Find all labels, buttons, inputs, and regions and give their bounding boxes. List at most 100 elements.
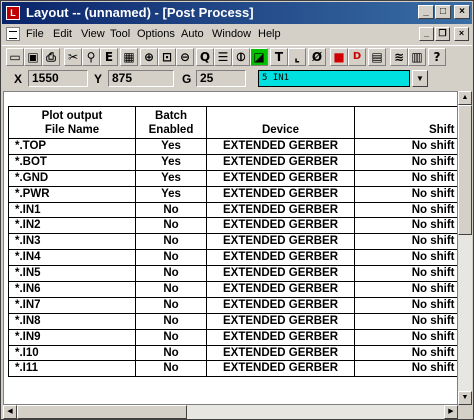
scroll-down-icon[interactable]: ▼	[458, 391, 472, 405]
close-button[interactable]: ×	[454, 5, 470, 19]
file-name-cell[interactable]: *.IN8	[8, 312, 136, 330]
table-row[interactable]: *.I11 No EXTENDED GERBER No shift	[8, 360, 457, 378]
chevron-down-icon[interactable]: ▼	[412, 70, 428, 87]
device-cell[interactable]: EXTENDED GERBER	[206, 138, 355, 155]
menu-help[interactable]: Help	[258, 28, 281, 40]
menu-window[interactable]: Window	[212, 28, 251, 40]
route-icon[interactable]: ≋	[390, 48, 408, 66]
scroll-up-icon[interactable]: ▲	[458, 91, 472, 105]
table-row[interactable]: *.IN8 No EXTENDED GERBER No shift	[8, 312, 457, 330]
text-e-icon[interactable]: E	[100, 48, 118, 66]
file-name-cell[interactable]: *.IN4	[8, 249, 136, 267]
minimize-button[interactable]: _	[418, 5, 434, 19]
device-cell[interactable]: EXTENDED GERBER	[206, 249, 355, 267]
file-name-cell[interactable]: *.I10	[8, 344, 136, 362]
file-name-cell[interactable]: *.I11	[8, 360, 136, 378]
save-icon[interactable]: ▣	[24, 48, 42, 66]
device-cell[interactable]: EXTENDED GERBER	[206, 185, 355, 203]
file-name-cell[interactable]: *.IN9	[8, 328, 136, 346]
table-row[interactable]: *.IN9 No EXTENDED GERBER No shift	[8, 328, 457, 346]
batch-enabled-cell[interactable]: No	[135, 281, 207, 298]
file-name-cell[interactable]: *.IN7	[8, 296, 136, 314]
layer-icon[interactable]: ▤	[368, 48, 386, 66]
menu-view[interactable]: View	[81, 28, 105, 40]
device-cell[interactable]: EXTENDED GERBER	[206, 344, 355, 362]
app-icon[interactable]: L	[6, 6, 20, 20]
batch-enabled-cell[interactable]: No	[135, 328, 207, 346]
device-cell[interactable]: EXTENDED GERBER	[206, 217, 355, 235]
batch-enabled-cell[interactable]: Yes	[135, 138, 207, 155]
horizontal-scrollbar[interactable]: ◀ ▶	[3, 405, 458, 419]
mdi-minimize-button[interactable]: _	[419, 27, 434, 41]
print-icon[interactable]: ⎙	[42, 48, 60, 66]
shift-cell[interactable]: No shift	[354, 153, 457, 171]
zoom-in-icon[interactable]: ⊕	[140, 48, 158, 66]
shift-cell[interactable]: No shift	[354, 328, 457, 346]
file-name-cell[interactable]: *.TOP	[8, 138, 136, 155]
shift-cell[interactable]: No shift	[354, 312, 457, 330]
mdi-restore-button[interactable]: ❐	[435, 27, 450, 41]
shift-cell[interactable]: No shift	[354, 138, 457, 155]
file-name-cell[interactable]: *.BOT	[8, 153, 136, 171]
batch-enabled-cell[interactable]: No	[135, 217, 207, 235]
grid-icon[interactable]: ▦	[120, 48, 138, 66]
batch-enabled-cell[interactable]: No	[135, 249, 207, 267]
device-cell[interactable]: EXTENDED GERBER	[206, 360, 355, 378]
batch-enabled-cell[interactable]: No	[135, 201, 207, 219]
file-name-cell[interactable]: *.PWR	[8, 185, 136, 203]
file-name-cell[interactable]: *.IN1	[8, 201, 136, 219]
zoom-window-icon[interactable]: ⊡	[158, 48, 176, 66]
file-name-cell[interactable]: *.IN5	[8, 265, 136, 283]
help-icon[interactable]: ?	[428, 48, 446, 66]
document-icon[interactable]	[6, 27, 20, 41]
fill-icon[interactable]: ◪	[250, 48, 268, 66]
device-cell[interactable]: EXTENDED GERBER	[206, 281, 355, 298]
measure-icon[interactable]: ⌞	[288, 48, 306, 66]
batch-enabled-cell[interactable]: Yes	[135, 169, 207, 187]
cut-icon[interactable]: ✂	[64, 48, 82, 66]
table-row[interactable]: *.IN5 No EXTENDED GERBER No shift	[8, 265, 457, 283]
vertical-scrollbar[interactable]: ▲ ▼	[458, 91, 472, 405]
mdi-close-button[interactable]: ×	[454, 27, 469, 41]
device-cell[interactable]: EXTENDED GERBER	[206, 328, 355, 346]
scroll-right-icon[interactable]: ▶	[444, 405, 458, 419]
batch-enabled-cell[interactable]: Yes	[135, 185, 207, 203]
title-bar[interactable]: L Layout -- (unnamed) - [Post Process] _…	[2, 2, 472, 24]
maximize-button[interactable]: □	[435, 5, 451, 19]
shift-cell[interactable]: No shift	[354, 296, 457, 314]
table-row[interactable]: *.TOP Yes EXTENDED GERBER No shift	[8, 138, 457, 155]
batch-enabled-cell[interactable]: No	[135, 312, 207, 330]
column-header-batch[interactable]: Batch Enabled	[135, 106, 207, 139]
menu-file[interactable]: File	[26, 28, 44, 40]
file-name-cell[interactable]: *.IN3	[8, 233, 136, 251]
no-connect-icon[interactable]: Ø	[308, 48, 326, 66]
table-row[interactable]: *.IN4 No EXTENDED GERBER No shift	[8, 249, 457, 267]
device-cell[interactable]: EXTENDED GERBER	[206, 233, 355, 251]
size-grip[interactable]	[458, 405, 472, 419]
batch-enabled-cell[interactable]: No	[135, 344, 207, 362]
batch-enabled-cell[interactable]: No	[135, 360, 207, 378]
scroll-left-icon[interactable]: ◀	[3, 405, 17, 419]
horizontal-scroll-thumb[interactable]	[17, 405, 187, 419]
pad-icon[interactable]: ⦶	[232, 48, 250, 66]
new-icon[interactable]: ▭	[6, 48, 24, 66]
device-cell[interactable]: EXTENDED GERBER	[206, 169, 355, 187]
device-cell[interactable]: EXTENDED GERBER	[206, 312, 355, 330]
drc-icon[interactable]: D	[348, 48, 366, 66]
binoculars-icon[interactable]: ⚲	[82, 48, 100, 66]
column-header-file-name[interactable]: Plot output File Name	[8, 106, 136, 139]
table-row[interactable]: *.IN3 No EXTENDED GERBER No shift	[8, 233, 457, 251]
grid-size-field[interactable]: 25	[196, 70, 246, 87]
device-cell[interactable]: EXTENDED GERBER	[206, 296, 355, 314]
table-row[interactable]: *.IN6 No EXTENDED GERBER No shift	[8, 281, 457, 298]
query-icon[interactable]: Q	[196, 48, 214, 66]
shift-cell[interactable]: No shift	[354, 360, 457, 378]
zoom-out-icon[interactable]: ⊖	[176, 48, 194, 66]
batch-enabled-cell[interactable]: No	[135, 296, 207, 314]
table-row[interactable]: *.IN1 No EXTENDED GERBER No shift	[8, 201, 457, 219]
shift-cell[interactable]: No shift	[354, 344, 457, 362]
menu-options[interactable]: Options	[137, 28, 175, 40]
shift-cell[interactable]: No shift	[354, 217, 457, 235]
batch-enabled-cell[interactable]: No	[135, 265, 207, 283]
color-icon[interactable]: ■	[330, 48, 348, 66]
